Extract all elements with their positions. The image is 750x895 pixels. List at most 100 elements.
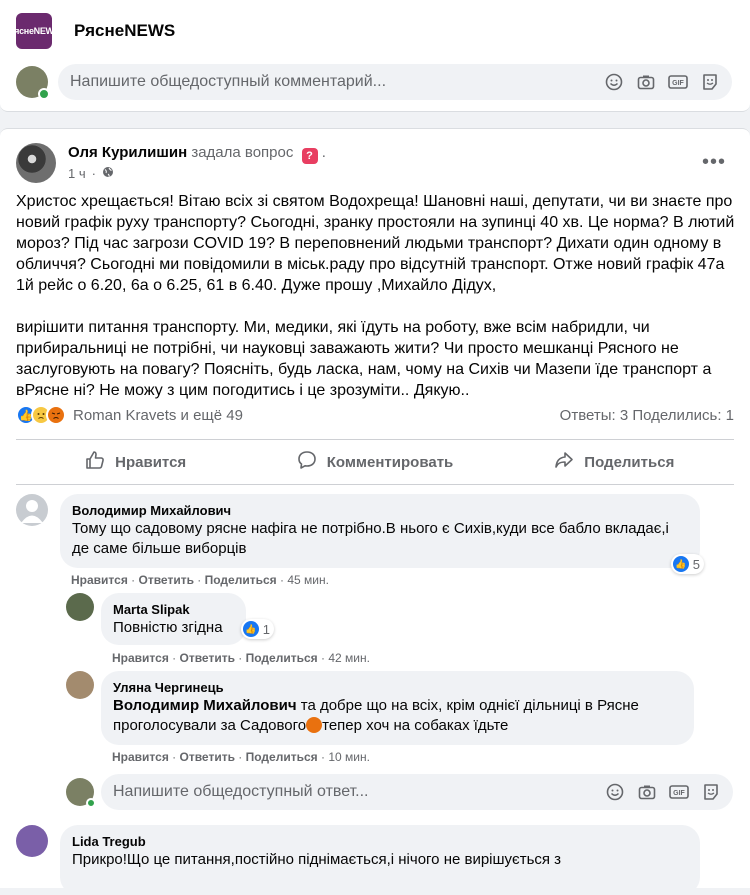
comment-text: Тому що садовому рясне нафіга не потрібн… (72, 520, 669, 557)
comment-input-placeholder: Напишите общедоступный комментарий... (70, 73, 387, 90)
group-header[interactable]: РяснеNEWS РяснеNEWS (9, 13, 175, 49)
comment-text: Володимир Михайлович та добре що на всіх… (113, 696, 682, 736)
camera-icon[interactable] (637, 782, 657, 802)
separator-dot: . (321, 144, 326, 161)
commenter-avatar[interactable] (16, 825, 48, 857)
post-action-text: задала вопрос (191, 144, 294, 161)
commenter-name[interactable]: Володимир Михайлович (72, 502, 688, 519)
reply-comment: Уляна Чергинець Володимир Михайлович та … (66, 671, 694, 745)
comment-input-icons: GIF (604, 64, 720, 100)
group-logo[interactable]: РяснеNEWS (9, 13, 60, 49)
current-user-avatar[interactable] (16, 66, 50, 100)
like-button[interactable]: Нравится (16, 440, 255, 484)
post-body: Христос хрещається! Вітаю всіх зі святом… (16, 191, 736, 422)
comment-time[interactable]: 45 мин. (287, 573, 329, 587)
share-button-label: Поделиться (584, 453, 675, 471)
reactions-summary: 👍 Roman Kravets и ещё 49 Ответы: 3 Подел… (16, 404, 734, 426)
comment-bubble: Уляна Чергинець Володимир Михайлович та … (101, 671, 694, 745)
comment-like-link[interactable]: Нравится (71, 573, 128, 587)
commenter-name[interactable]: Уляна Чергинець (113, 679, 682, 696)
comment-bubble: Lida Tregub Прикро!Що це питання,постійн… (60, 825, 700, 895)
comment-actions: Нравится · Ответить · Поделиться · 42 ми… (112, 651, 370, 665)
angry-reaction-icon[interactable] (46, 405, 66, 425)
svg-text:GIF: GIF (673, 790, 685, 797)
comment-time[interactable]: 42 мин. (328, 651, 370, 665)
comment-reaction-count: 1 (262, 621, 270, 637)
post-paragraph-2: вирішити питання транспорту. Ми, медики,… (16, 319, 712, 399)
like-reaction-icon: 👍 (242, 621, 259, 637)
reply-input[interactable]: Напишите общедоступный ответ... GIF (101, 774, 733, 810)
comment-time[interactable]: 10 мин. (328, 750, 370, 764)
mention-link[interactable]: Володимир Михайлович (113, 697, 297, 714)
sticker-icon[interactable] (700, 72, 720, 92)
current-user-avatar[interactable] (66, 778, 96, 808)
author-avatar[interactable] (16, 143, 56, 183)
reply-input-placeholder: Напишите общедоступный ответ... (113, 783, 369, 800)
comment-reply-link[interactable]: Ответить (139, 573, 194, 587)
angry-emoji-icon (306, 717, 323, 733)
online-status-dot (86, 798, 96, 808)
post-counts[interactable]: Ответы: 3 Поделились: 1 (560, 407, 734, 424)
reply-comment: Marta Slipak Повністю згідна 👍 1 (66, 593, 274, 645)
group-name[interactable]: РяснеNEWS (74, 21, 175, 41)
like-reaction-icon: 👍 (672, 556, 689, 572)
group-header-card: РяснеNEWS РяснеNEWS Напишите общедоступн… (0, 0, 750, 112)
divider (16, 484, 734, 485)
comment-reply-link[interactable]: Ответить (180, 750, 235, 764)
top-comment-row: Напишите общедоступный комментарий... GI… (16, 64, 732, 100)
gif-icon[interactable]: GIF (669, 782, 689, 802)
post-card: Оля Курилишин задала вопрос ? . 1 ч · ••… (0, 128, 750, 895)
separator-dot: · (91, 166, 96, 181)
post-header: Оля Курилишин задала вопрос ? . 1 ч · (16, 143, 326, 183)
commenter-name[interactable]: Marta Slipak (113, 601, 234, 618)
like-button-label: Нравится (115, 453, 187, 471)
comment-share-link[interactable]: Поделиться (205, 573, 277, 587)
more-options-icon[interactable]: ••• (702, 151, 726, 174)
comment-reactions[interactable]: 👍 1 (240, 619, 274, 639)
comment-text-part: тепер хоч на собаках їдьте (322, 717, 509, 734)
comment-share-link[interactable]: Поделиться (246, 651, 318, 665)
comment: Володимир Михайлович Тому що садовому ря… (16, 494, 704, 574)
comment-actions: Нравится · Ответить · Поделиться · 10 ми… (112, 750, 370, 764)
question-icon: ? (301, 148, 318, 164)
svg-text:GIF: GIF (672, 80, 684, 87)
comment-bubble: Володимир Михайлович Тому що садовому ря… (60, 494, 704, 574)
reply-input-icons: GIF (605, 774, 721, 810)
author-name[interactable]: Оля Курилишин (68, 144, 187, 161)
commenter-name[interactable]: Lida Tregub (72, 833, 688, 850)
sticker-icon[interactable] (701, 782, 721, 802)
commenter-avatar[interactable] (66, 593, 94, 621)
emoji-icon[interactable] (604, 72, 624, 92)
comment-icon (297, 450, 317, 474)
comment: Lida Tregub Прикро!Що це питання,постійн… (16, 825, 700, 895)
post-meta: Оля Курилишин задала вопрос ? . 1 ч · (68, 143, 326, 183)
post-paragraph-1: Христос хрещається! Вітаю всіх зі святом… (16, 193, 735, 294)
comment-reply-link[interactable]: Ответить (180, 651, 235, 665)
comment-reactions[interactable]: 👍 5 (670, 554, 704, 574)
share-button[interactable]: Поделиться (495, 440, 734, 484)
commenter-avatar[interactable] (16, 494, 48, 526)
post-time[interactable]: 1 ч (68, 166, 86, 181)
comment-actions: Нравится · Ответить · Поделиться · 45 ми… (71, 573, 329, 587)
comment-like-link[interactable]: Нравится (112, 651, 169, 665)
commenter-avatar[interactable] (66, 671, 94, 699)
reply-input-row: Напишите общедоступный ответ... GIF (66, 774, 733, 810)
share-icon (554, 450, 574, 474)
emoji-icon[interactable] (605, 782, 625, 802)
camera-icon[interactable] (636, 72, 656, 92)
comment-input[interactable]: Напишите общедоступный комментарий... GI… (58, 64, 732, 100)
comment-text: Прикро!Що це питання,постійно піднімаєть… (72, 851, 562, 868)
post-time-line: 1 ч · (68, 166, 326, 181)
comment-reaction-count: 5 (692, 556, 700, 572)
thumbs-up-icon (85, 450, 105, 474)
gif-icon[interactable]: GIF (668, 72, 688, 92)
comment-button-label: Комментировать (326, 453, 454, 471)
comment-bubble: Marta Slipak Повністю згідна 👍 1 (101, 593, 274, 645)
comment-button[interactable]: Комментировать (255, 440, 494, 484)
reactors-text[interactable]: Roman Kravets и ещё 49 (73, 407, 243, 424)
online-status-dot (38, 88, 50, 100)
post-actions: Нравится Комментировать Поделиться (16, 440, 734, 484)
comment-text: Повністю згідна (113, 619, 223, 636)
comment-share-link[interactable]: Поделиться (246, 750, 318, 764)
comment-like-link[interactable]: Нравится (112, 750, 169, 764)
